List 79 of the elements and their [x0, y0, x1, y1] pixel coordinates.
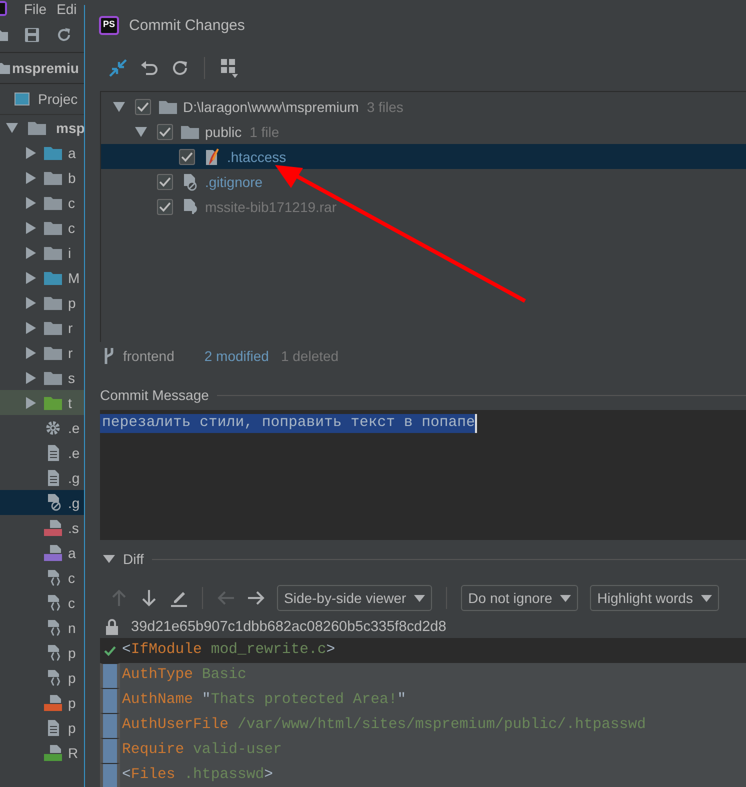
project-tree-row[interactable]: .e	[0, 440, 84, 465]
project-tree-row[interactable]: .s	[0, 515, 84, 540]
project-tree-row[interactable]: c	[0, 565, 84, 590]
tree-item-label: .g	[68, 494, 80, 510]
tree-item-label: r	[68, 320, 73, 336]
project-tree-row[interactable]: p	[0, 290, 84, 315]
tree-item-label: s	[68, 370, 75, 386]
change-count: 1 deleted	[280, 348, 339, 364]
tree-item[interactable]: msp	[56, 120, 84, 136]
app-logo: PS	[99, 16, 120, 34]
project-tree-row[interactable]: i	[0, 240, 84, 265]
change-name: public	[205, 124, 242, 140]
change-name: .htaccess	[227, 148, 286, 164]
project-tree-row[interactable]: .e	[0, 415, 84, 440]
project-tree-row[interactable]: c	[0, 590, 84, 615]
tree-item-label: c	[68, 220, 75, 236]
tree-item-label: a	[68, 144, 76, 160]
menu-item[interactable]: File	[24, 1, 47, 17]
project-tree-row[interactable]: t	[0, 390, 84, 415]
file-count: 3 files	[366, 98, 404, 114]
commit-hash: 39d21e65b907c1dbb682ac08260b5c335f8cd2d8	[131, 619, 446, 635]
project-tree-row[interactable]: p	[0, 640, 84, 665]
tree-item-label: p	[68, 720, 76, 736]
tree-item-label: p	[68, 694, 76, 710]
tree-item-label: i	[68, 244, 72, 260]
tree-item-label: n	[68, 620, 76, 636]
change-name: mssite-bib171219.rar	[205, 198, 337, 214]
change-name: D:\laragon\www\mspremium	[183, 98, 359, 114]
project-tab[interactable]: Projec	[38, 91, 78, 107]
dropdown[interactable]: Side-by-side viewer	[277, 585, 432, 611]
tree-item-label: p	[68, 670, 76, 686]
tree-item-label: .e	[68, 420, 80, 436]
menu-item[interactable]: Edi	[56, 1, 77, 17]
tree-item-label: t	[68, 394, 72, 410]
project-tree-row[interactable]: r	[0, 315, 84, 340]
tree-item-label: p	[68, 644, 76, 660]
tree-item-label: a	[68, 544, 76, 560]
change-row[interactable]: .htaccess	[101, 144, 746, 169]
section-label: Diff	[123, 551, 144, 567]
tree-item-label: M	[68, 270, 80, 286]
section-label: Commit Message	[100, 387, 209, 403]
project-tree-row[interactable]: .g	[0, 465, 84, 490]
tree-item-label: p	[68, 294, 76, 310]
tree-item-label: c	[68, 570, 75, 586]
branch-name: frontend	[123, 348, 174, 364]
tree-item-label: .e	[68, 444, 80, 460]
project-tree-row[interactable]: p	[0, 690, 84, 715]
dropdown[interactable]: Do not ignore	[461, 585, 578, 611]
project-tree-row[interactable]: n	[0, 615, 84, 640]
tree-item-label: .s	[68, 520, 79, 536]
change-name: .gitignore	[205, 174, 263, 190]
tree-item-label: c	[68, 194, 75, 210]
project-tree-row[interactable]: c	[0, 190, 84, 215]
change-row[interactable]: .gitignore	[101, 169, 746, 194]
project-tree-row[interactable]: a	[0, 540, 84, 565]
project-tree-row[interactable]: r	[0, 340, 84, 365]
project-tree-row[interactable]: a	[0, 140, 84, 165]
project-tree-row[interactable]: M	[0, 265, 84, 290]
window-title: Commit Changes	[129, 16, 245, 34]
change-row[interactable]: public 1 file	[101, 119, 746, 144]
tree-item-label: c	[68, 594, 75, 610]
project-tree-row[interactable]: b	[0, 165, 84, 190]
project-tree-row[interactable]: s	[0, 365, 84, 390]
project-title: mspremiu	[12, 60, 79, 76]
commit-message-field[interactable]: перезалить стили, поправить текст в попапе	[100, 410, 746, 540]
tree-item-label: r	[68, 344, 73, 360]
tree-item-label: b	[68, 170, 76, 186]
project-tree-row[interactable]: p	[0, 665, 84, 690]
file-count: 1 file	[250, 124, 280, 140]
modified-link[interactable]: 2 modified	[204, 348, 269, 364]
project-tree-row[interactable]: p	[0, 715, 84, 740]
project-tree-row[interactable]: c	[0, 215, 84, 240]
code-line: <IfModule mod_rewrite.c>	[121, 641, 336, 660]
project-tree-row[interactable]: R	[0, 740, 84, 765]
project-tree-row[interactable]: .g	[0, 490, 84, 515]
tree-item-label: R	[68, 744, 78, 760]
change-row[interactable]: D:\laragon\www\mspremium 3 files	[101, 94, 746, 119]
tree-item-label: .g	[68, 470, 80, 486]
dropdown[interactable]: Highlight words	[590, 585, 719, 611]
